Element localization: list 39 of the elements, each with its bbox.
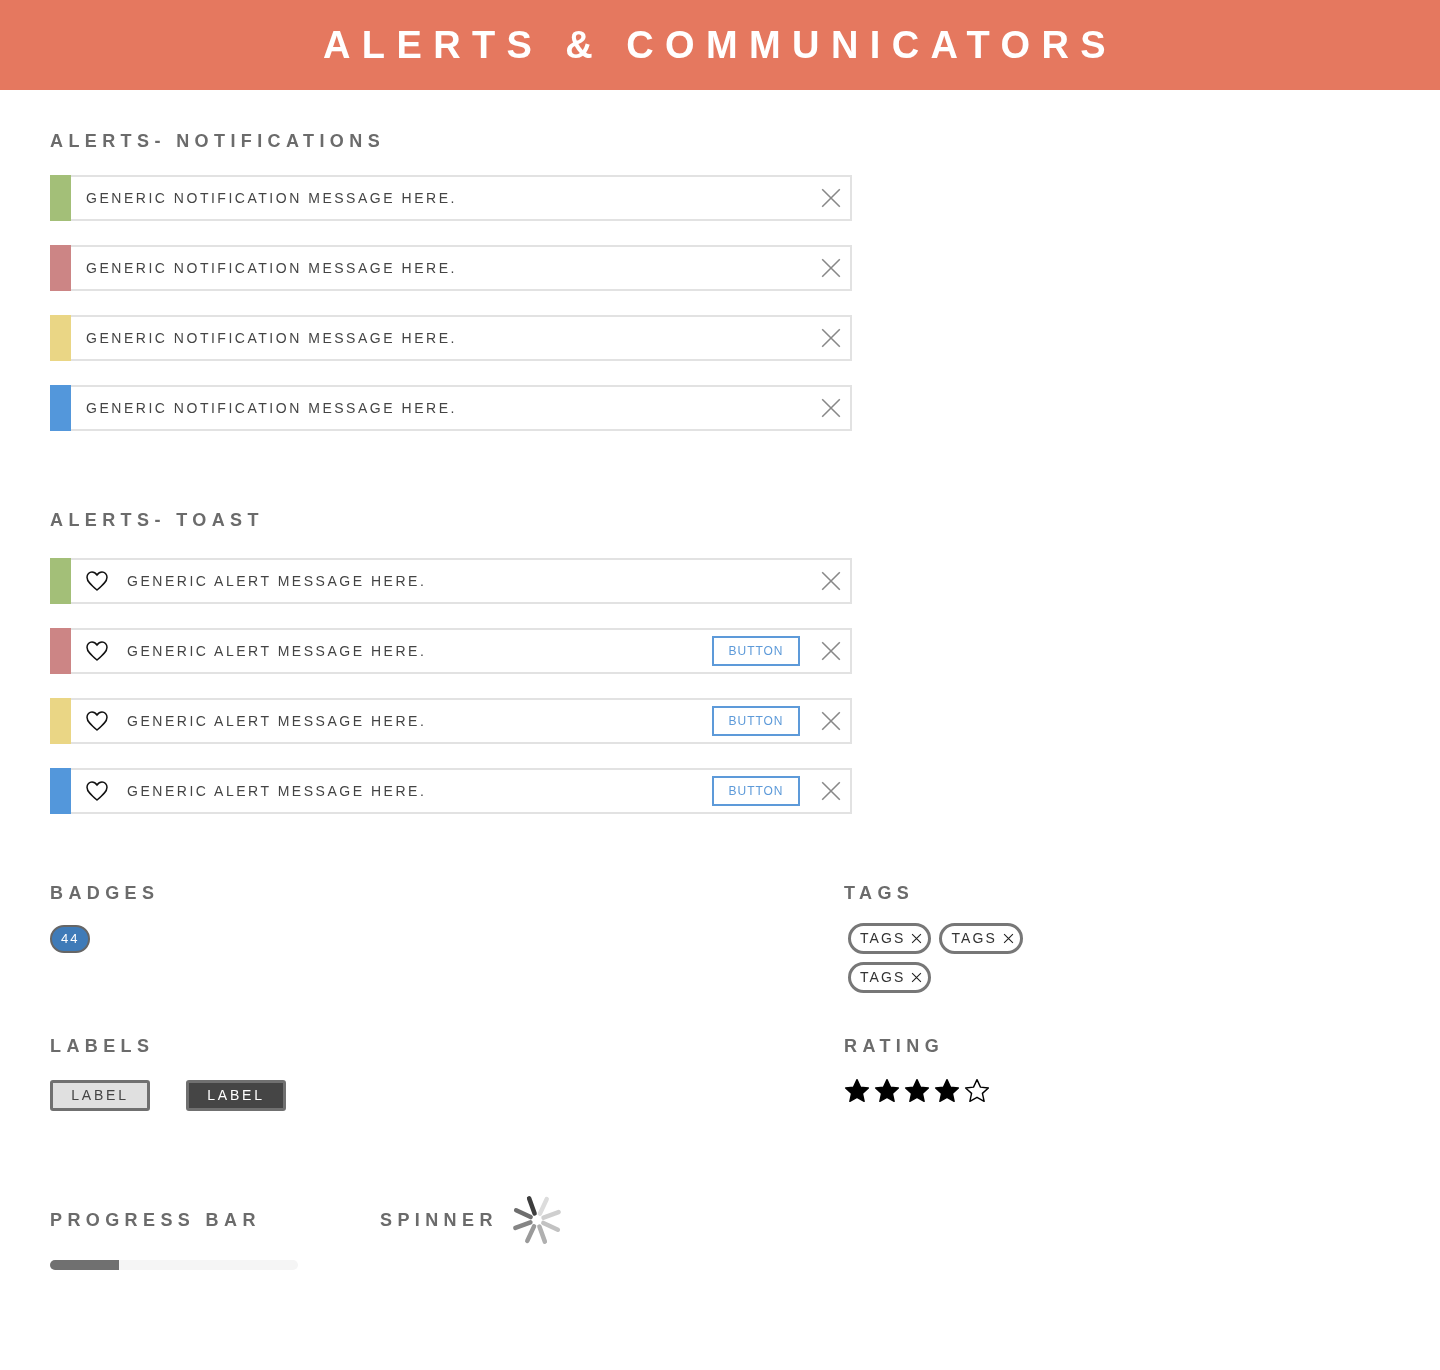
filled-star-icon[interactable]	[934, 1078, 960, 1104]
section-heading: ALERTS- TOAST	[50, 509, 264, 532]
filled-star-icon[interactable]	[844, 1078, 870, 1104]
filled-star-icon[interactable]	[904, 1078, 930, 1104]
filled-star-icon[interactable]	[874, 1078, 900, 1104]
label-tag: LABEL	[186, 1080, 286, 1111]
spinner-icon	[511, 1195, 562, 1245]
tag-text: TAGS	[860, 968, 906, 987]
section-heading: TAGS	[844, 882, 915, 905]
close-icon[interactable]	[911, 933, 923, 944]
close-icon[interactable]	[911, 972, 923, 983]
label-tag: LABEL	[50, 1080, 150, 1111]
alert-message: GENERIC NOTIFICATION MESSAGE HERE.	[86, 258, 457, 278]
section-heading: BADGES	[50, 882, 160, 905]
tag-text: TAGS	[951, 929, 997, 948]
alert-message: GENERIC ALERT MESSAGE HERE.	[127, 571, 427, 591]
tag-text: TAGS	[860, 929, 906, 948]
tag-chip[interactable]: TAGS	[939, 923, 1023, 954]
alert-message: GENERIC NOTIFICATION MESSAGE HERE.	[86, 328, 457, 348]
section-heading: ALERTS- NOTIFICATIONS	[50, 130, 386, 153]
close-icon[interactable]	[1002, 933, 1014, 944]
alert-message: GENERIC ALERT MESSAGE HERE.	[127, 641, 427, 661]
section-heading: SPINNER	[380, 1209, 498, 1232]
heart-icon	[85, 640, 109, 662]
tag-chip[interactable]: TAGS	[848, 962, 932, 993]
alert-message: GENERIC ALERT MESSAGE HERE.	[127, 711, 427, 731]
alert-message: GENERIC NOTIFICATION MESSAGE HERE.	[86, 188, 457, 208]
heart-icon	[85, 570, 109, 592]
count-badge: 44	[50, 925, 91, 953]
section-heading: LABELS	[50, 1035, 155, 1058]
heart-icon	[85, 710, 109, 732]
alert-message: GENERIC ALERT MESSAGE HERE.	[127, 781, 427, 801]
empty-star-icon[interactable]	[964, 1078, 990, 1104]
heart-icon	[85, 780, 109, 802]
alert-message: GENERIC NOTIFICATION MESSAGE HERE.	[86, 398, 457, 418]
section-heading: RATING	[844, 1035, 945, 1058]
page-title: ALERTS & COMMUNICATORS	[322, 22, 1117, 68]
tag-chip[interactable]: TAGS	[848, 923, 932, 954]
section-heading: PROGRESS BAR	[50, 1209, 261, 1232]
